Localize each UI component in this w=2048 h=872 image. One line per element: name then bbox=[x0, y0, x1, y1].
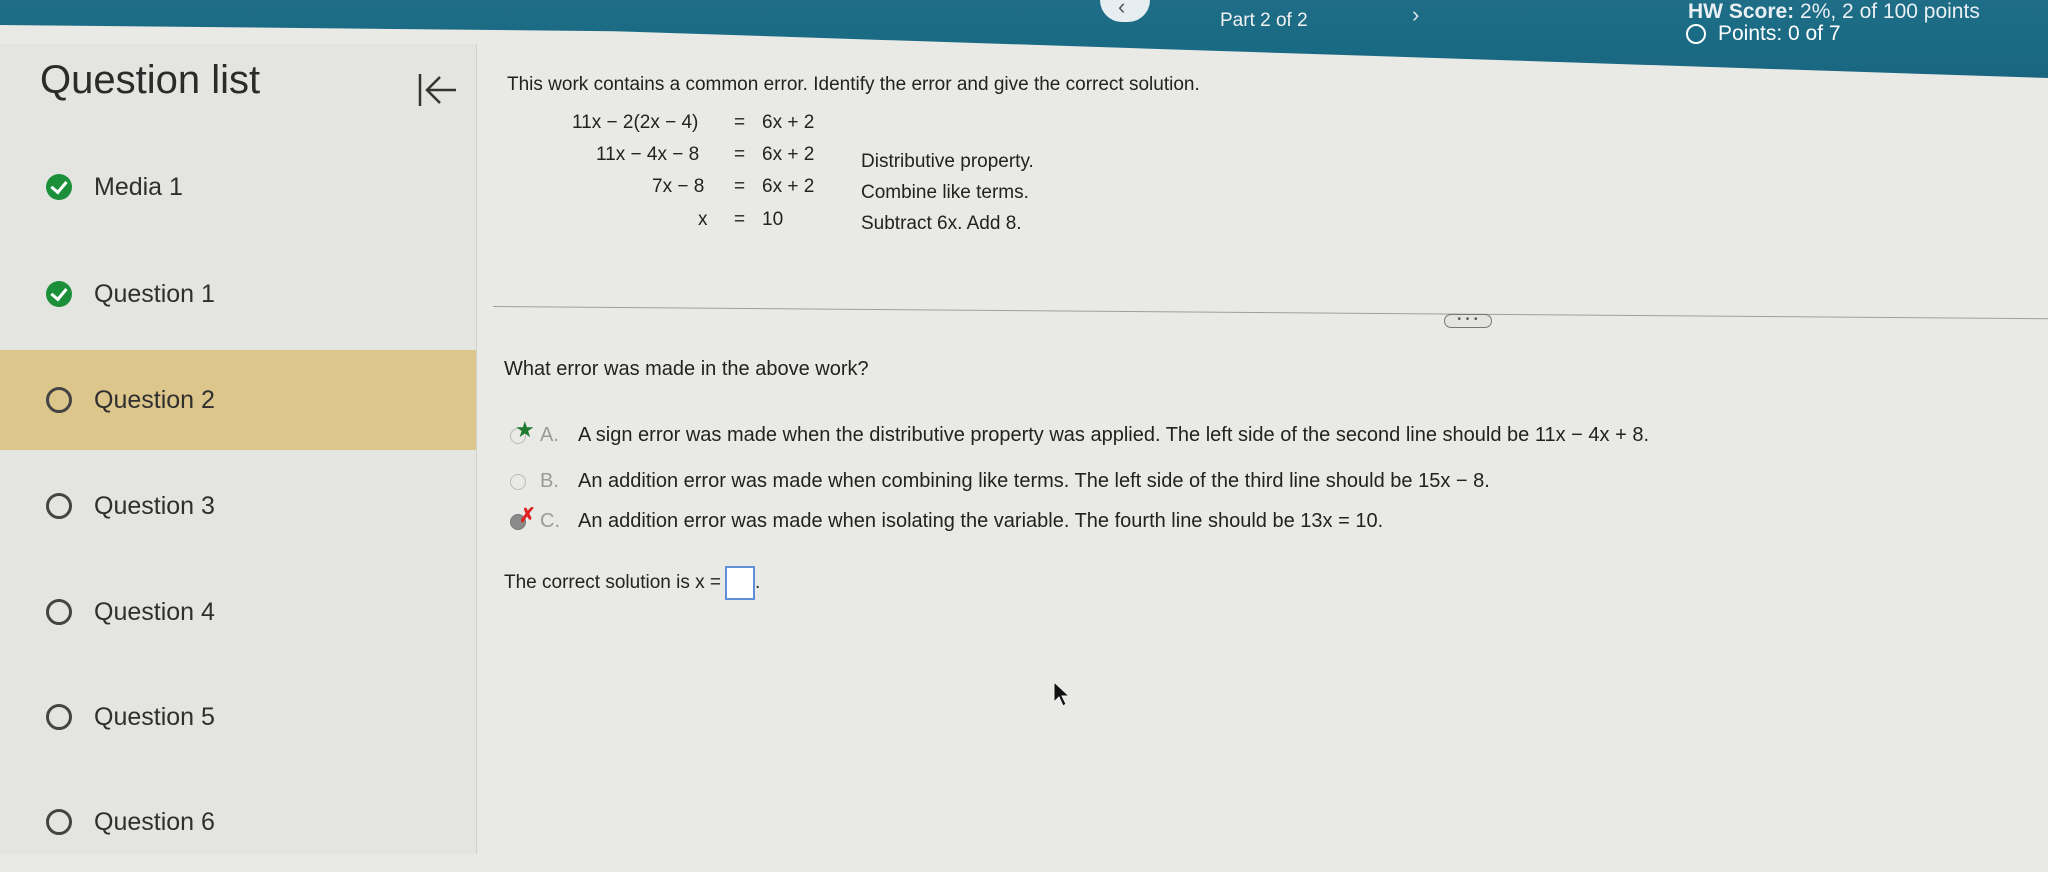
empty-circle-icon bbox=[46, 809, 72, 835]
question-item-label: Question 5 bbox=[94, 702, 215, 731]
option-text: An addition error was made when combinin… bbox=[578, 470, 1490, 492]
work-line: x = 10 bbox=[698, 209, 798, 231]
points-circle-icon bbox=[1686, 24, 1706, 44]
work-note: Subtract 6x. Add 8. bbox=[861, 213, 1022, 234]
question-item-3[interactable]: Question 3 bbox=[0, 456, 476, 556]
answer-option-a[interactable]: ★ A. A sign error was made when the dist… bbox=[510, 417, 1649, 447]
question-item-label: Question 4 bbox=[94, 597, 215, 626]
empty-circle-icon bbox=[46, 387, 72, 413]
work-rhs: 10 bbox=[762, 209, 784, 230]
more-options-button[interactable]: • • • bbox=[1444, 314, 1492, 328]
empty-circle-icon bbox=[46, 704, 72, 730]
solution-row: The correct solution is x = . bbox=[504, 566, 760, 600]
equals-sign: = bbox=[734, 176, 746, 197]
question-list-title: Question list bbox=[40, 58, 261, 102]
check-icon bbox=[46, 281, 72, 307]
work-line: 11x − 2(2x − 4) = 6x + 2 bbox=[572, 112, 814, 134]
option-text: A sign error was made when the distribut… bbox=[578, 424, 1649, 446]
work-lhs: 11x − 4x − 8 bbox=[596, 144, 700, 165]
work-rhs: 6x + 2 bbox=[762, 112, 815, 133]
equals-sign: = bbox=[734, 209, 746, 230]
question-item-label: Question 2 bbox=[94, 385, 215, 414]
collapse-panel-icon[interactable] bbox=[416, 70, 460, 110]
chevron-left-icon: ‹ bbox=[1118, 0, 1126, 19]
question-item-label: Media 1 bbox=[94, 172, 183, 201]
incorrect-x-icon: ✗ bbox=[519, 504, 536, 527]
option-letter: A. bbox=[540, 424, 559, 446]
work-lhs: 11x − 2(2x − 4) bbox=[572, 112, 699, 133]
work-note: Combine like terms. bbox=[861, 182, 1029, 203]
option-letter: B. bbox=[540, 470, 559, 492]
work-rhs: 6x + 2 bbox=[762, 144, 815, 165]
problem-prompt: This work contains a common error. Ident… bbox=[507, 74, 1200, 95]
hw-score-value: 2%, 2 of 100 points bbox=[1800, 0, 1980, 23]
solution-period: . bbox=[755, 572, 761, 593]
answer-option-c[interactable]: ✗ C. An addition error was made when iso… bbox=[510, 505, 1384, 533]
mouse-pointer-icon bbox=[1053, 680, 1071, 707]
answer-option-b[interactable]: B. An addition error was made when combi… bbox=[510, 470, 1490, 493]
question-item-media-1[interactable]: Media 1 bbox=[0, 137, 476, 237]
check-icon bbox=[46, 174, 72, 200]
radio-button[interactable] bbox=[510, 473, 526, 490]
work-line: 11x − 4x − 8 = 6x + 2 bbox=[596, 144, 814, 166]
empty-circle-icon bbox=[46, 599, 72, 625]
solution-answer-input[interactable] bbox=[725, 566, 756, 600]
hw-score: HW Score: 2%, 2 of 100 points bbox=[1688, 0, 1980, 24]
work-note: Distributive property. bbox=[861, 151, 1034, 172]
question-item-2[interactable]: Question 2 bbox=[0, 350, 476, 450]
radio-button[interactable]: ★ bbox=[510, 417, 535, 444]
part-indicator: Part 2 of 2 bbox=[1220, 10, 1308, 31]
star-icon: ★ bbox=[515, 416, 535, 442]
radio-button[interactable]: ✗ bbox=[510, 505, 536, 530]
question-item-5[interactable]: Question 5 bbox=[0, 667, 476, 767]
question-item-label: Question 1 bbox=[94, 279, 215, 308]
option-letter: C. bbox=[540, 510, 560, 532]
work-line: 7x − 8 = 6x + 2 bbox=[652, 176, 814, 198]
work-lhs: 7x − 8 bbox=[652, 176, 705, 197]
work-lhs: x bbox=[698, 209, 708, 230]
section-divider bbox=[492, 306, 2048, 320]
hw-score-label: HW Score: bbox=[1688, 0, 1795, 23]
empty-circle-icon bbox=[46, 493, 72, 519]
question-list-panel: Question list Media 1 Question 1 Questio… bbox=[0, 44, 477, 854]
points-label: Points: 0 of 7 bbox=[1718, 22, 1841, 45]
next-part-button[interactable]: › bbox=[1412, 2, 1419, 28]
question-item-label: Question 3 bbox=[94, 491, 215, 520]
option-text: An addition error was made when isolatin… bbox=[578, 510, 1384, 532]
question-item-4[interactable]: Question 4 bbox=[0, 562, 476, 662]
question-item-6[interactable]: Question 6 bbox=[0, 772, 476, 872]
equals-sign: = bbox=[734, 112, 746, 133]
question-item-1[interactable]: Question 1 bbox=[0, 244, 476, 344]
work-rhs: 6x + 2 bbox=[762, 176, 815, 197]
solution-label: The correct solution is x = bbox=[504, 572, 722, 593]
equals-sign: = bbox=[734, 144, 746, 165]
question-text: What error was made in the above work? bbox=[504, 358, 869, 380]
points-indicator: Points: 0 of 7 bbox=[1686, 22, 1841, 46]
question-item-label: Question 6 bbox=[94, 807, 215, 836]
